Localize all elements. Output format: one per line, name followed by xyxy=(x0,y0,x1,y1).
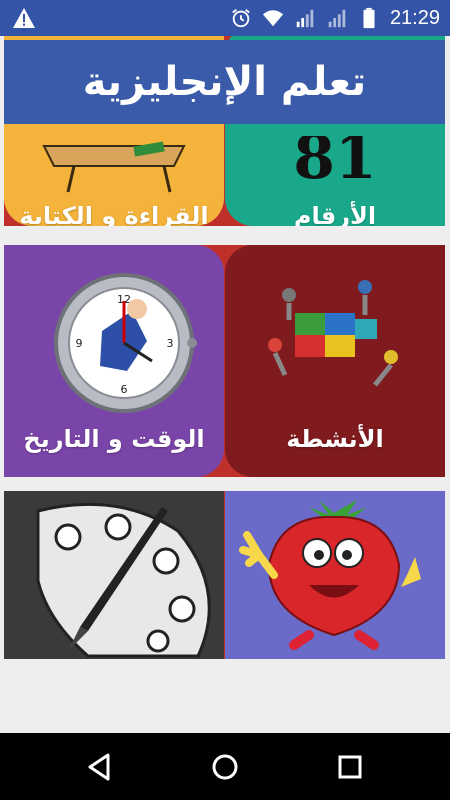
tile-label-numbers: الأرقام xyxy=(293,202,377,226)
wifi-icon xyxy=(262,10,284,27)
tile-fruits[interactable] xyxy=(225,491,445,659)
category-row-3 xyxy=(4,491,445,659)
content-area[interactable]: تعلم الإنجليزية القراءة و الكتابة 81 الأ… xyxy=(0,36,450,733)
tile-label-time-date: الوقت و التاريخ xyxy=(23,425,205,453)
alarm-icon xyxy=(232,9,250,28)
app-title-banner: تعلم الإنجليزية xyxy=(4,40,445,124)
tile-drawing[interactable] xyxy=(4,491,224,659)
puzzle-team-icon xyxy=(268,280,398,387)
navigation-bar xyxy=(0,733,450,800)
svg-text:81: 81 xyxy=(293,136,377,186)
svg-text:9: 9 xyxy=(76,337,83,350)
battery-icon xyxy=(363,7,375,29)
signal-icon xyxy=(296,9,314,28)
numbers-icon: 81 xyxy=(293,136,377,186)
svg-text:3: 3 xyxy=(167,337,174,350)
strawberry-icon xyxy=(239,500,421,650)
recents-icon[interactable] xyxy=(332,749,368,785)
back-icon[interactable] xyxy=(82,749,118,785)
tile-time-date[interactable]: 12 3 6 9 الوقت و التاريخ xyxy=(4,245,224,477)
svg-text:6: 6 xyxy=(121,383,128,396)
warning-icon xyxy=(13,8,35,28)
app-title: تعلم الإنجليزية xyxy=(82,59,367,105)
tile-label-reading-writing: القراءة و الكتابة xyxy=(19,202,209,226)
signal-icon xyxy=(328,9,346,28)
category-row-2: 12 3 6 9 الوقت و التاريخ الأنشطة xyxy=(4,245,445,477)
tile-activities[interactable]: الأنشطة xyxy=(225,245,445,477)
clock-time: 21:29 xyxy=(389,6,440,29)
clock-icon: 12 3 6 9 xyxy=(54,273,197,413)
reading-desk-icon xyxy=(42,141,186,193)
tile-label-activities: الأنشطة xyxy=(286,425,384,453)
home-icon[interactable] xyxy=(207,749,243,785)
paint-palette-icon xyxy=(36,502,211,658)
status-bar: 21:29 xyxy=(0,0,450,36)
